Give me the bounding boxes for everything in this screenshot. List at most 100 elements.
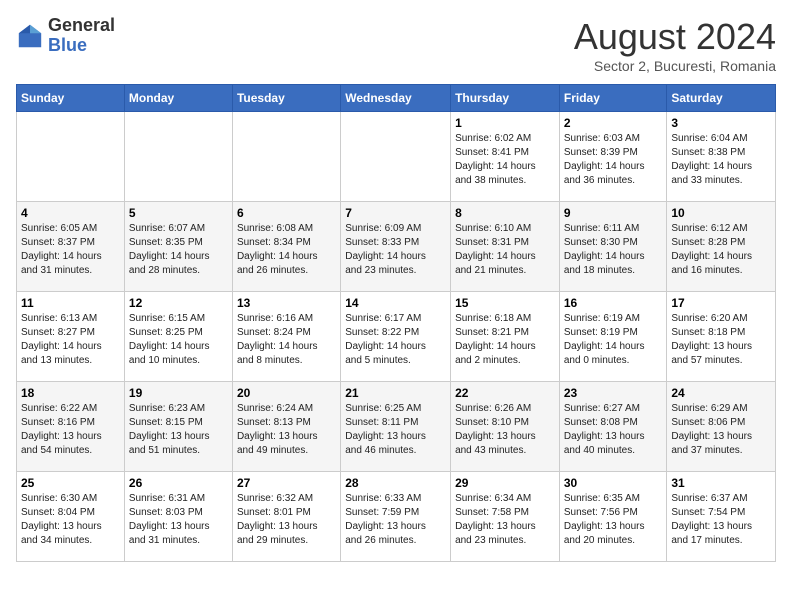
week-row-1: 1 Sunrise: 6:02 AM Sunset: 8:41 PM Daylig… bbox=[17, 112, 776, 202]
day-cell: 18 Sunrise: 6:22 AM Sunset: 8:16 PM Dayli… bbox=[17, 382, 125, 472]
day-cell bbox=[232, 112, 340, 202]
day-number: 22 bbox=[455, 386, 555, 400]
weekday-header-monday: Monday bbox=[124, 85, 232, 112]
day-number: 14 bbox=[345, 296, 446, 310]
day-cell: 1 Sunrise: 6:02 AM Sunset: 8:41 PM Daylig… bbox=[451, 112, 560, 202]
day-number: 30 bbox=[564, 476, 663, 490]
weekday-header-friday: Friday bbox=[559, 85, 667, 112]
day-number: 15 bbox=[455, 296, 555, 310]
day-info: Sunrise: 6:05 AM Sunset: 8:37 PM Dayligh… bbox=[21, 222, 120, 278]
day-cell: 10 Sunrise: 6:12 AM Sunset: 8:28 PM Dayli… bbox=[667, 202, 776, 292]
day-info: Sunrise: 6:37 AM Sunset: 7:54 PM Dayligh… bbox=[671, 492, 771, 548]
day-cell: 4 Sunrise: 6:05 AM Sunset: 8:37 PM Daylig… bbox=[17, 202, 125, 292]
day-number: 26 bbox=[129, 476, 228, 490]
logo-general: General bbox=[48, 16, 115, 36]
day-cell: 29 Sunrise: 6:34 AM Sunset: 7:58 PM Dayli… bbox=[451, 472, 560, 562]
day-info: Sunrise: 6:08 AM Sunset: 8:34 PM Dayligh… bbox=[237, 222, 336, 278]
day-info: Sunrise: 6:22 AM Sunset: 8:16 PM Dayligh… bbox=[21, 402, 120, 458]
day-number: 17 bbox=[671, 296, 771, 310]
day-number: 13 bbox=[237, 296, 336, 310]
day-cell: 15Sunrise: 6:18 AM Sunset: 8:21 PM Dayli… bbox=[451, 292, 560, 382]
logo-icon bbox=[16, 22, 44, 50]
day-cell: 23Sunrise: 6:27 AM Sunset: 8:08 PM Dayli… bbox=[559, 382, 667, 472]
day-number: 20 bbox=[237, 386, 336, 400]
day-number: 25 bbox=[21, 476, 120, 490]
day-number: 10 bbox=[671, 206, 771, 220]
weekday-header-thursday: Thursday bbox=[451, 85, 560, 112]
day-cell: 14 Sunrise: 6:17 AM Sunset: 8:22 PM Dayli… bbox=[341, 292, 451, 382]
day-number: 7 bbox=[345, 206, 446, 220]
day-number: 9 bbox=[564, 206, 663, 220]
title-area: August 2024 Sector 2, Bucuresti, Romania bbox=[574, 16, 776, 74]
day-cell: 16Sunrise: 6:19 AM Sunset: 8:19 PM Dayli… bbox=[559, 292, 667, 382]
logo-text: General Blue bbox=[48, 16, 115, 56]
day-number: 5 bbox=[129, 206, 228, 220]
day-number: 31 bbox=[671, 476, 771, 490]
day-cell: 26Sunrise: 6:31 AM Sunset: 8:03 PM Dayli… bbox=[124, 472, 232, 562]
month-year: August 2024 bbox=[574, 16, 776, 58]
day-info: Sunrise: 6:04 AM Sunset: 8:38 PM Dayligh… bbox=[671, 132, 771, 188]
day-cell: 28Sunrise: 6:33 AM Sunset: 7:59 PM Dayli… bbox=[341, 472, 451, 562]
week-row-5: 25 Sunrise: 6:30 AM Sunset: 8:04 PM Dayli… bbox=[17, 472, 776, 562]
day-cell: 30 Sunrise: 6:35 AM Sunset: 7:56 PM Dayli… bbox=[559, 472, 667, 562]
week-row-4: 18 Sunrise: 6:22 AM Sunset: 8:16 PM Dayli… bbox=[17, 382, 776, 472]
day-cell: 5Sunrise: 6:07 AM Sunset: 8:35 PM Daylig… bbox=[124, 202, 232, 292]
day-cell: 3 Sunrise: 6:04 AM Sunset: 8:38 PM Daylig… bbox=[667, 112, 776, 202]
day-cell: 22 Sunrise: 6:26 AM Sunset: 8:10 PM Dayli… bbox=[451, 382, 560, 472]
day-cell: 25 Sunrise: 6:30 AM Sunset: 8:04 PM Dayli… bbox=[17, 472, 125, 562]
day-number: 3 bbox=[671, 116, 771, 130]
logo-blue: Blue bbox=[48, 36, 115, 56]
day-info: Sunrise: 6:03 AM Sunset: 8:39 PM Dayligh… bbox=[564, 132, 663, 188]
day-cell: 20 Sunrise: 6:24 AM Sunset: 8:13 PM Dayli… bbox=[232, 382, 340, 472]
day-number: 29 bbox=[455, 476, 555, 490]
day-info: Sunrise: 6:35 AM Sunset: 7:56 PM Dayligh… bbox=[564, 492, 663, 548]
day-number: 12 bbox=[129, 296, 228, 310]
calendar-body: 1 Sunrise: 6:02 AM Sunset: 8:41 PM Daylig… bbox=[17, 112, 776, 562]
day-cell: 24Sunrise: 6:29 AM Sunset: 8:06 PM Dayli… bbox=[667, 382, 776, 472]
day-cell: 27 Sunrise: 6:32 AM Sunset: 8:01 PM Dayli… bbox=[232, 472, 340, 562]
day-info: Sunrise: 6:32 AM Sunset: 8:01 PM Dayligh… bbox=[237, 492, 336, 548]
day-info: Sunrise: 6:02 AM Sunset: 8:41 PM Dayligh… bbox=[455, 132, 555, 188]
day-info: Sunrise: 6:34 AM Sunset: 7:58 PM Dayligh… bbox=[455, 492, 555, 548]
day-info: Sunrise: 6:25 AM Sunset: 8:11 PM Dayligh… bbox=[345, 402, 446, 458]
day-cell bbox=[17, 112, 125, 202]
logo: General Blue bbox=[16, 16, 115, 56]
day-info: Sunrise: 6:20 AM Sunset: 8:18 PM Dayligh… bbox=[671, 312, 771, 368]
weekday-row: SundayMondayTuesdayWednesdayThursdayFrid… bbox=[17, 85, 776, 112]
day-cell: 7Sunrise: 6:09 AM Sunset: 8:33 PM Daylig… bbox=[341, 202, 451, 292]
calendar-header: SundayMondayTuesdayWednesdayThursdayFrid… bbox=[17, 85, 776, 112]
weekday-header-wednesday: Wednesday bbox=[341, 85, 451, 112]
day-info: Sunrise: 6:29 AM Sunset: 8:06 PM Dayligh… bbox=[671, 402, 771, 458]
day-cell: 13 Sunrise: 6:16 AM Sunset: 8:24 PM Dayli… bbox=[232, 292, 340, 382]
day-number: 18 bbox=[21, 386, 120, 400]
day-info: Sunrise: 6:11 AM Sunset: 8:30 PM Dayligh… bbox=[564, 222, 663, 278]
day-info: Sunrise: 6:16 AM Sunset: 8:24 PM Dayligh… bbox=[237, 312, 336, 368]
day-number: 8 bbox=[455, 206, 555, 220]
day-info: Sunrise: 6:13 AM Sunset: 8:27 PM Dayligh… bbox=[21, 312, 120, 368]
day-cell: 11 Sunrise: 6:13 AM Sunset: 8:27 PM Dayli… bbox=[17, 292, 125, 382]
day-cell: 6Sunrise: 6:08 AM Sunset: 8:34 PM Daylig… bbox=[232, 202, 340, 292]
day-info: Sunrise: 6:12 AM Sunset: 8:28 PM Dayligh… bbox=[671, 222, 771, 278]
day-info: Sunrise: 6:30 AM Sunset: 8:04 PM Dayligh… bbox=[21, 492, 120, 548]
day-info: Sunrise: 6:10 AM Sunset: 8:31 PM Dayligh… bbox=[455, 222, 555, 278]
day-info: Sunrise: 6:26 AM Sunset: 8:10 PM Dayligh… bbox=[455, 402, 555, 458]
day-info: Sunrise: 6:27 AM Sunset: 8:08 PM Dayligh… bbox=[564, 402, 663, 458]
day-cell bbox=[341, 112, 451, 202]
day-cell: 9 Sunrise: 6:11 AM Sunset: 8:30 PM Daylig… bbox=[559, 202, 667, 292]
day-number: 19 bbox=[129, 386, 228, 400]
day-cell: 12Sunrise: 6:15 AM Sunset: 8:25 PM Dayli… bbox=[124, 292, 232, 382]
weekday-header-saturday: Saturday bbox=[667, 85, 776, 112]
day-cell: 31 Sunrise: 6:37 AM Sunset: 7:54 PM Dayli… bbox=[667, 472, 776, 562]
day-number: 1 bbox=[455, 116, 555, 130]
day-cell: 8 Sunrise: 6:10 AM Sunset: 8:31 PM Daylig… bbox=[451, 202, 560, 292]
day-info: Sunrise: 6:24 AM Sunset: 8:13 PM Dayligh… bbox=[237, 402, 336, 458]
day-cell: 19 Sunrise: 6:23 AM Sunset: 8:15 PM Dayli… bbox=[124, 382, 232, 472]
day-info: Sunrise: 6:33 AM Sunset: 7:59 PM Dayligh… bbox=[345, 492, 446, 548]
day-cell bbox=[124, 112, 232, 202]
day-info: Sunrise: 6:23 AM Sunset: 8:15 PM Dayligh… bbox=[129, 402, 228, 458]
location: Sector 2, Bucuresti, Romania bbox=[574, 58, 776, 74]
day-number: 27 bbox=[237, 476, 336, 490]
day-number: 11 bbox=[21, 296, 120, 310]
day-number: 4 bbox=[21, 206, 120, 220]
day-info: Sunrise: 6:17 AM Sunset: 8:22 PM Dayligh… bbox=[345, 312, 446, 368]
